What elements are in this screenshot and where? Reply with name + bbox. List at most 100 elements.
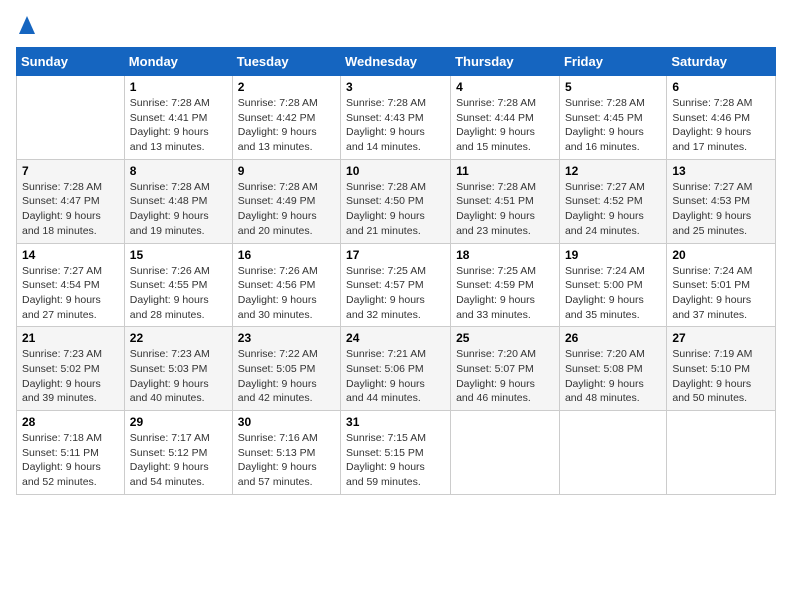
week-row-0: 1 Sunrise: 7:28 AMSunset: 4:41 PMDaylight… — [17, 76, 776, 160]
day-cell — [667, 411, 776, 495]
day-cell: 27 Sunrise: 7:19 AMSunset: 5:10 PMDayligh… — [667, 327, 776, 411]
day-info: Sunrise: 7:28 AMSunset: 4:41 PMDaylight:… — [130, 96, 227, 155]
day-number: 31 — [346, 415, 445, 429]
day-cell: 12 Sunrise: 7:27 AMSunset: 4:52 PMDayligh… — [559, 159, 666, 243]
day-info: Sunrise: 7:28 AMSunset: 4:50 PMDaylight:… — [346, 180, 445, 239]
day-cell: 9 Sunrise: 7:28 AMSunset: 4:49 PMDaylight… — [232, 159, 340, 243]
day-number: 4 — [456, 80, 554, 94]
day-cell: 16 Sunrise: 7:26 AMSunset: 4:56 PMDayligh… — [232, 243, 340, 327]
day-number: 3 — [346, 80, 445, 94]
day-number: 22 — [130, 331, 227, 345]
day-info: Sunrise: 7:27 AMSunset: 4:53 PMDaylight:… — [672, 180, 770, 239]
day-cell: 13 Sunrise: 7:27 AMSunset: 4:53 PMDayligh… — [667, 159, 776, 243]
day-number: 6 — [672, 80, 770, 94]
day-cell: 1 Sunrise: 7:28 AMSunset: 4:41 PMDaylight… — [124, 76, 232, 160]
day-number: 28 — [22, 415, 119, 429]
day-cell: 4Sunrise: 7:28 AMSunset: 4:44 PMDaylight… — [451, 76, 560, 160]
day-info: Sunrise: 7:17 AMSunset: 5:12 PMDaylight:… — [130, 431, 227, 490]
day-cell: 14 Sunrise: 7:27 AMSunset: 4:54 PMDayligh… — [17, 243, 125, 327]
day-info: Sunrise: 7:23 AMSunset: 5:02 PMDaylight:… — [22, 347, 119, 406]
day-info: Sunrise: 7:24 AMSunset: 5:00 PMDaylight:… — [565, 264, 661, 323]
day-cell — [559, 411, 666, 495]
day-cell — [17, 76, 125, 160]
day-info: Sunrise: 7:28 AMSunset: 4:49 PMDaylight:… — [238, 180, 335, 239]
day-number: 21 — [22, 331, 119, 345]
day-info: Sunrise: 7:28 AMSunset: 4:42 PMDaylight:… — [238, 96, 335, 155]
day-info: Sunrise: 7:18 AMSunset: 5:11 PMDaylight:… — [22, 431, 119, 490]
day-cell: 20Sunrise: 7:24 AMSunset: 5:01 PMDayligh… — [667, 243, 776, 327]
day-number: 30 — [238, 415, 335, 429]
day-info: Sunrise: 7:28 AMSunset: 4:48 PMDaylight:… — [130, 180, 227, 239]
day-info: Sunrise: 7:27 AMSunset: 4:54 PMDaylight:… — [22, 264, 119, 323]
day-cell: 25 Sunrise: 7:20 AMSunset: 5:07 PMDayligh… — [451, 327, 560, 411]
day-info: Sunrise: 7:25 AMSunset: 4:59 PMDaylight:… — [456, 264, 554, 323]
day-cell: 28 Sunrise: 7:18 AMSunset: 5:11 PMDayligh… — [17, 411, 125, 495]
day-number: 26 — [565, 331, 661, 345]
week-row-2: 14 Sunrise: 7:27 AMSunset: 4:54 PMDayligh… — [17, 243, 776, 327]
week-row-3: 21 Sunrise: 7:23 AMSunset: 5:02 PMDayligh… — [17, 327, 776, 411]
day-cell: 6Sunrise: 7:28 AMSunset: 4:46 PMDaylight… — [667, 76, 776, 160]
day-number: 5 — [565, 80, 661, 94]
header-friday: Friday — [559, 48, 666, 76]
day-number: 9 — [238, 164, 335, 178]
logo-icon — [19, 16, 35, 39]
day-number: 12 — [565, 164, 661, 178]
day-info: Sunrise: 7:19 AMSunset: 5:10 PMDaylight:… — [672, 347, 770, 406]
day-info: Sunrise: 7:16 AMSunset: 5:13 PMDaylight:… — [238, 431, 335, 490]
day-number: 29 — [130, 415, 227, 429]
day-info: Sunrise: 7:23 AMSunset: 5:03 PMDaylight:… — [130, 347, 227, 406]
day-number: 10 — [346, 164, 445, 178]
day-number: 2 — [238, 80, 335, 94]
day-number: 16 — [238, 248, 335, 262]
day-cell: 2 Sunrise: 7:28 AMSunset: 4:42 PMDaylight… — [232, 76, 340, 160]
day-number: 19 — [565, 248, 661, 262]
day-number: 11 — [456, 164, 554, 178]
day-number: 7 — [22, 164, 119, 178]
header-wednesday: Wednesday — [341, 48, 451, 76]
week-row-1: 7 Sunrise: 7:28 AMSunset: 4:47 PMDaylight… — [17, 159, 776, 243]
header-thursday: Thursday — [451, 48, 560, 76]
day-cell: 26 Sunrise: 7:20 AMSunset: 5:08 PMDayligh… — [559, 327, 666, 411]
week-row-4: 28 Sunrise: 7:18 AMSunset: 5:11 PMDayligh… — [17, 411, 776, 495]
day-cell: 23Sunrise: 7:22 AMSunset: 5:05 PMDayligh… — [232, 327, 340, 411]
calendar-header-row: SundayMondayTuesdayWednesdayThursdayFrid… — [17, 48, 776, 76]
day-cell: 8Sunrise: 7:28 AMSunset: 4:48 PMDaylight… — [124, 159, 232, 243]
day-info: Sunrise: 7:26 AMSunset: 4:56 PMDaylight:… — [238, 264, 335, 323]
day-info: Sunrise: 7:22 AMSunset: 5:05 PMDaylight:… — [238, 347, 335, 406]
day-cell: 31 Sunrise: 7:15 AMSunset: 5:15 PMDayligh… — [341, 411, 451, 495]
day-cell: 3 Sunrise: 7:28 AMSunset: 4:43 PMDaylight… — [341, 76, 451, 160]
day-cell: 30 Sunrise: 7:16 AMSunset: 5:13 PMDayligh… — [232, 411, 340, 495]
day-info: Sunrise: 7:20 AMSunset: 5:07 PMDaylight:… — [456, 347, 554, 406]
day-info: Sunrise: 7:26 AMSunset: 4:55 PMDaylight:… — [130, 264, 227, 323]
day-cell: 11 Sunrise: 7:28 AMSunset: 4:51 PMDayligh… — [451, 159, 560, 243]
day-info: Sunrise: 7:20 AMSunset: 5:08 PMDaylight:… — [565, 347, 661, 406]
day-cell: 18Sunrise: 7:25 AMSunset: 4:59 PMDayligh… — [451, 243, 560, 327]
day-cell: 10 Sunrise: 7:28 AMSunset: 4:50 PMDayligh… — [341, 159, 451, 243]
day-number: 25 — [456, 331, 554, 345]
day-cell: 22 Sunrise: 7:23 AMSunset: 5:03 PMDayligh… — [124, 327, 232, 411]
day-number: 13 — [672, 164, 770, 178]
page-header — [16, 16, 776, 39]
day-number: 27 — [672, 331, 770, 345]
day-info: Sunrise: 7:25 AMSunset: 4:57 PMDaylight:… — [346, 264, 445, 323]
calendar-table: SundayMondayTuesdayWednesdayThursdayFrid… — [16, 47, 776, 495]
day-cell: 21 Sunrise: 7:23 AMSunset: 5:02 PMDayligh… — [17, 327, 125, 411]
day-number: 14 — [22, 248, 119, 262]
day-cell: 5 Sunrise: 7:28 AMSunset: 4:45 PMDaylight… — [559, 76, 666, 160]
day-cell: 17 Sunrise: 7:25 AMSunset: 4:57 PMDayligh… — [341, 243, 451, 327]
day-number: 1 — [130, 80, 227, 94]
day-info: Sunrise: 7:28 AMSunset: 4:51 PMDaylight:… — [456, 180, 554, 239]
day-cell — [451, 411, 560, 495]
header-monday: Monday — [124, 48, 232, 76]
day-number: 17 — [346, 248, 445, 262]
day-number: 24 — [346, 331, 445, 345]
day-info: Sunrise: 7:28 AMSunset: 4:43 PMDaylight:… — [346, 96, 445, 155]
day-info: Sunrise: 7:27 AMSunset: 4:52 PMDaylight:… — [565, 180, 661, 239]
day-cell: 29 Sunrise: 7:17 AMSunset: 5:12 PMDayligh… — [124, 411, 232, 495]
day-info: Sunrise: 7:15 AMSunset: 5:15 PMDaylight:… — [346, 431, 445, 490]
header-sunday: Sunday — [17, 48, 125, 76]
day-info: Sunrise: 7:21 AMSunset: 5:06 PMDaylight:… — [346, 347, 445, 406]
day-info: Sunrise: 7:28 AMSunset: 4:45 PMDaylight:… — [565, 96, 661, 155]
day-info: Sunrise: 7:28 AMSunset: 4:47 PMDaylight:… — [22, 180, 119, 239]
logo — [16, 16, 35, 39]
